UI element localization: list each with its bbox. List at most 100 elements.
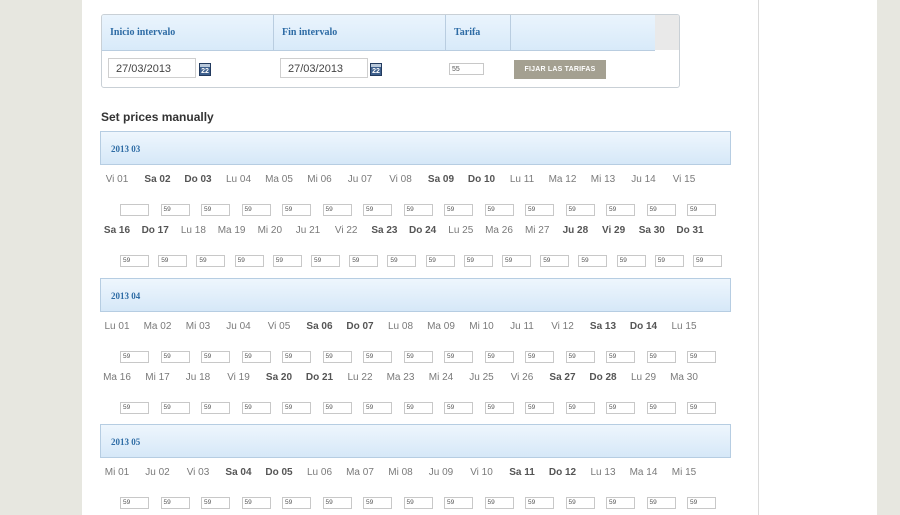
day-price-input[interactable]: 59 [120,402,149,414]
day-price-input[interactable]: 59 [120,351,149,363]
day-price-input[interactable]: 59 [444,402,473,414]
header-start-interval: Inicio intervalo [102,15,274,50]
day-label: Ju 04 [226,321,251,332]
day-price-input[interactable]: 59 [606,497,635,509]
day-price-input[interactable]: 59 [241,402,271,414]
day-price-input[interactable]: 59 [444,497,473,509]
day-price-input[interactable]: 59 [322,351,352,363]
day-price-input[interactable]: 59 [158,255,188,267]
day-label: Ju 07 [347,174,373,185]
day-price-input[interactable]: 59 [646,402,676,414]
day-price-input[interactable]: 59 [120,497,149,509]
day-price-input[interactable]: 59 [403,351,433,363]
day-price-input[interactable]: 59 [403,497,433,509]
day-price-input[interactable]: 59 [425,255,455,267]
day-price-input[interactable]: 59 [565,351,595,363]
day-label: Lu 06 [306,467,333,478]
day-price-input[interactable]: 59 [160,402,190,414]
day-price-input[interactable]: 59 [282,204,311,216]
day-label: Sa 23 [371,225,398,236]
day-price-input[interactable]: 59 [484,402,514,414]
day-price-input[interactable]: 59 [484,351,514,363]
day-label: Lu 18 [180,225,206,236]
day-price-input[interactable]: 59 [363,402,392,414]
day-price-input[interactable]: 59 [525,497,554,509]
day-price-input[interactable]: 59 [160,497,190,509]
day-price-input[interactable]: 59 [502,255,531,267]
end-date-input[interactable]: 27/03/2013 [280,58,368,78]
day-price-input[interactable]: 59 [565,497,595,509]
month-label: 2013 05 [111,437,141,447]
day-price-input[interactable]: 59 [363,497,392,509]
day-label: Do 28 [589,372,617,383]
day-price-input[interactable]: 59 [525,204,554,216]
calendar-icon[interactable]: 22 [199,63,211,76]
day-price-input[interactable]: 59 [160,351,190,363]
day-price-input[interactable]: 59 [616,255,646,267]
day-price-input[interactable]: 59 [241,497,271,509]
day-price-input[interactable]: 59 [687,204,716,216]
day-price-input[interactable]: 59 [646,351,676,363]
day-price-input[interactable]: 59 [687,497,716,509]
day-price-input[interactable]: 59 [693,255,722,267]
day-price-input[interactable]: 59 [322,402,352,414]
day-label: Lu 01 [104,321,130,332]
day-price-input[interactable]: 59 [282,351,311,363]
day-price-input[interactable]: 59 [463,255,493,267]
day-label: Sa 02 [144,174,171,185]
day-price-input[interactable]: 59 [363,204,392,216]
day-price-input[interactable]: 59 [201,351,230,363]
day-label: Ma 12 [548,174,577,185]
calendar-icon[interactable]: 22 [370,63,382,76]
day-price-input[interactable]: 59 [565,204,595,216]
day-price-input[interactable]: 59 [646,204,676,216]
day-price-input[interactable]: 59 [687,402,716,414]
day-price-input[interactable]: 59 [363,351,392,363]
day-price-input[interactable]: 59 [525,402,554,414]
day-price-input[interactable]: 59 [654,255,684,267]
day-price-input[interactable]: 59 [444,351,473,363]
day-price-input[interactable]: 59 [387,255,417,267]
day-price-input[interactable]: 59 [484,497,514,509]
day-price-input[interactable]: 59 [272,255,302,267]
day-price-input[interactable]: 59 [241,204,271,216]
month-header: 2013 04 [100,278,731,312]
day-price-input[interactable]: 59 [646,497,676,509]
day-price-input[interactable]: 59 [234,255,264,267]
day-price-input[interactable]: 59 [540,255,570,267]
day-price-input[interactable]: 59 [484,204,514,216]
day-price-input[interactable]: 59 [201,402,230,414]
day-price-input[interactable]: 59 [578,255,608,267]
day-price-input[interactable]: 59 [196,255,226,267]
day-price-input[interactable]: 59 [282,402,311,414]
day-price-input[interactable]: 59 [606,351,635,363]
day-price-input[interactable]: 59 [687,351,716,363]
day-price-input[interactable]: 59 [444,204,473,216]
day-price-input[interactable] [120,204,149,216]
day-price-input[interactable]: 59 [322,204,352,216]
day-price-input[interactable]: 59 [282,497,311,509]
day-price-input[interactable]: 59 [606,402,635,414]
day-price-input[interactable]: 59 [160,204,190,216]
day-label: Mi 08 [388,467,413,478]
day-price-input[interactable]: 59 [241,351,271,363]
day-label: Do 24 [408,225,437,236]
day-price-input[interactable]: 59 [322,497,352,509]
day-price-input[interactable]: 59 [311,255,340,267]
day-label: Sa 13 [589,321,617,332]
day-price-input[interactable]: 59 [201,204,230,216]
header-gap [655,15,679,50]
day-price-input[interactable]: 59 [403,204,433,216]
interval-form-header: Inicio intervalo Fin intervalo Tarifa [102,15,655,51]
day-price-input[interactable]: 59 [565,402,595,414]
day-label: Lu 29 [630,372,657,383]
day-price-input[interactable]: 59 [606,204,635,216]
day-price-input[interactable]: 59 [403,402,433,414]
day-price-input[interactable]: 59 [525,351,554,363]
rate-input[interactable]: 55 [449,63,484,75]
set-rates-button[interactable]: FIJAR LAS TARIFAS [514,60,606,79]
start-date-input[interactable]: 27/03/2013 [108,58,196,78]
day-price-input[interactable]: 59 [349,255,379,267]
day-price-input[interactable]: 59 [120,255,149,267]
day-price-input[interactable]: 59 [201,497,230,509]
